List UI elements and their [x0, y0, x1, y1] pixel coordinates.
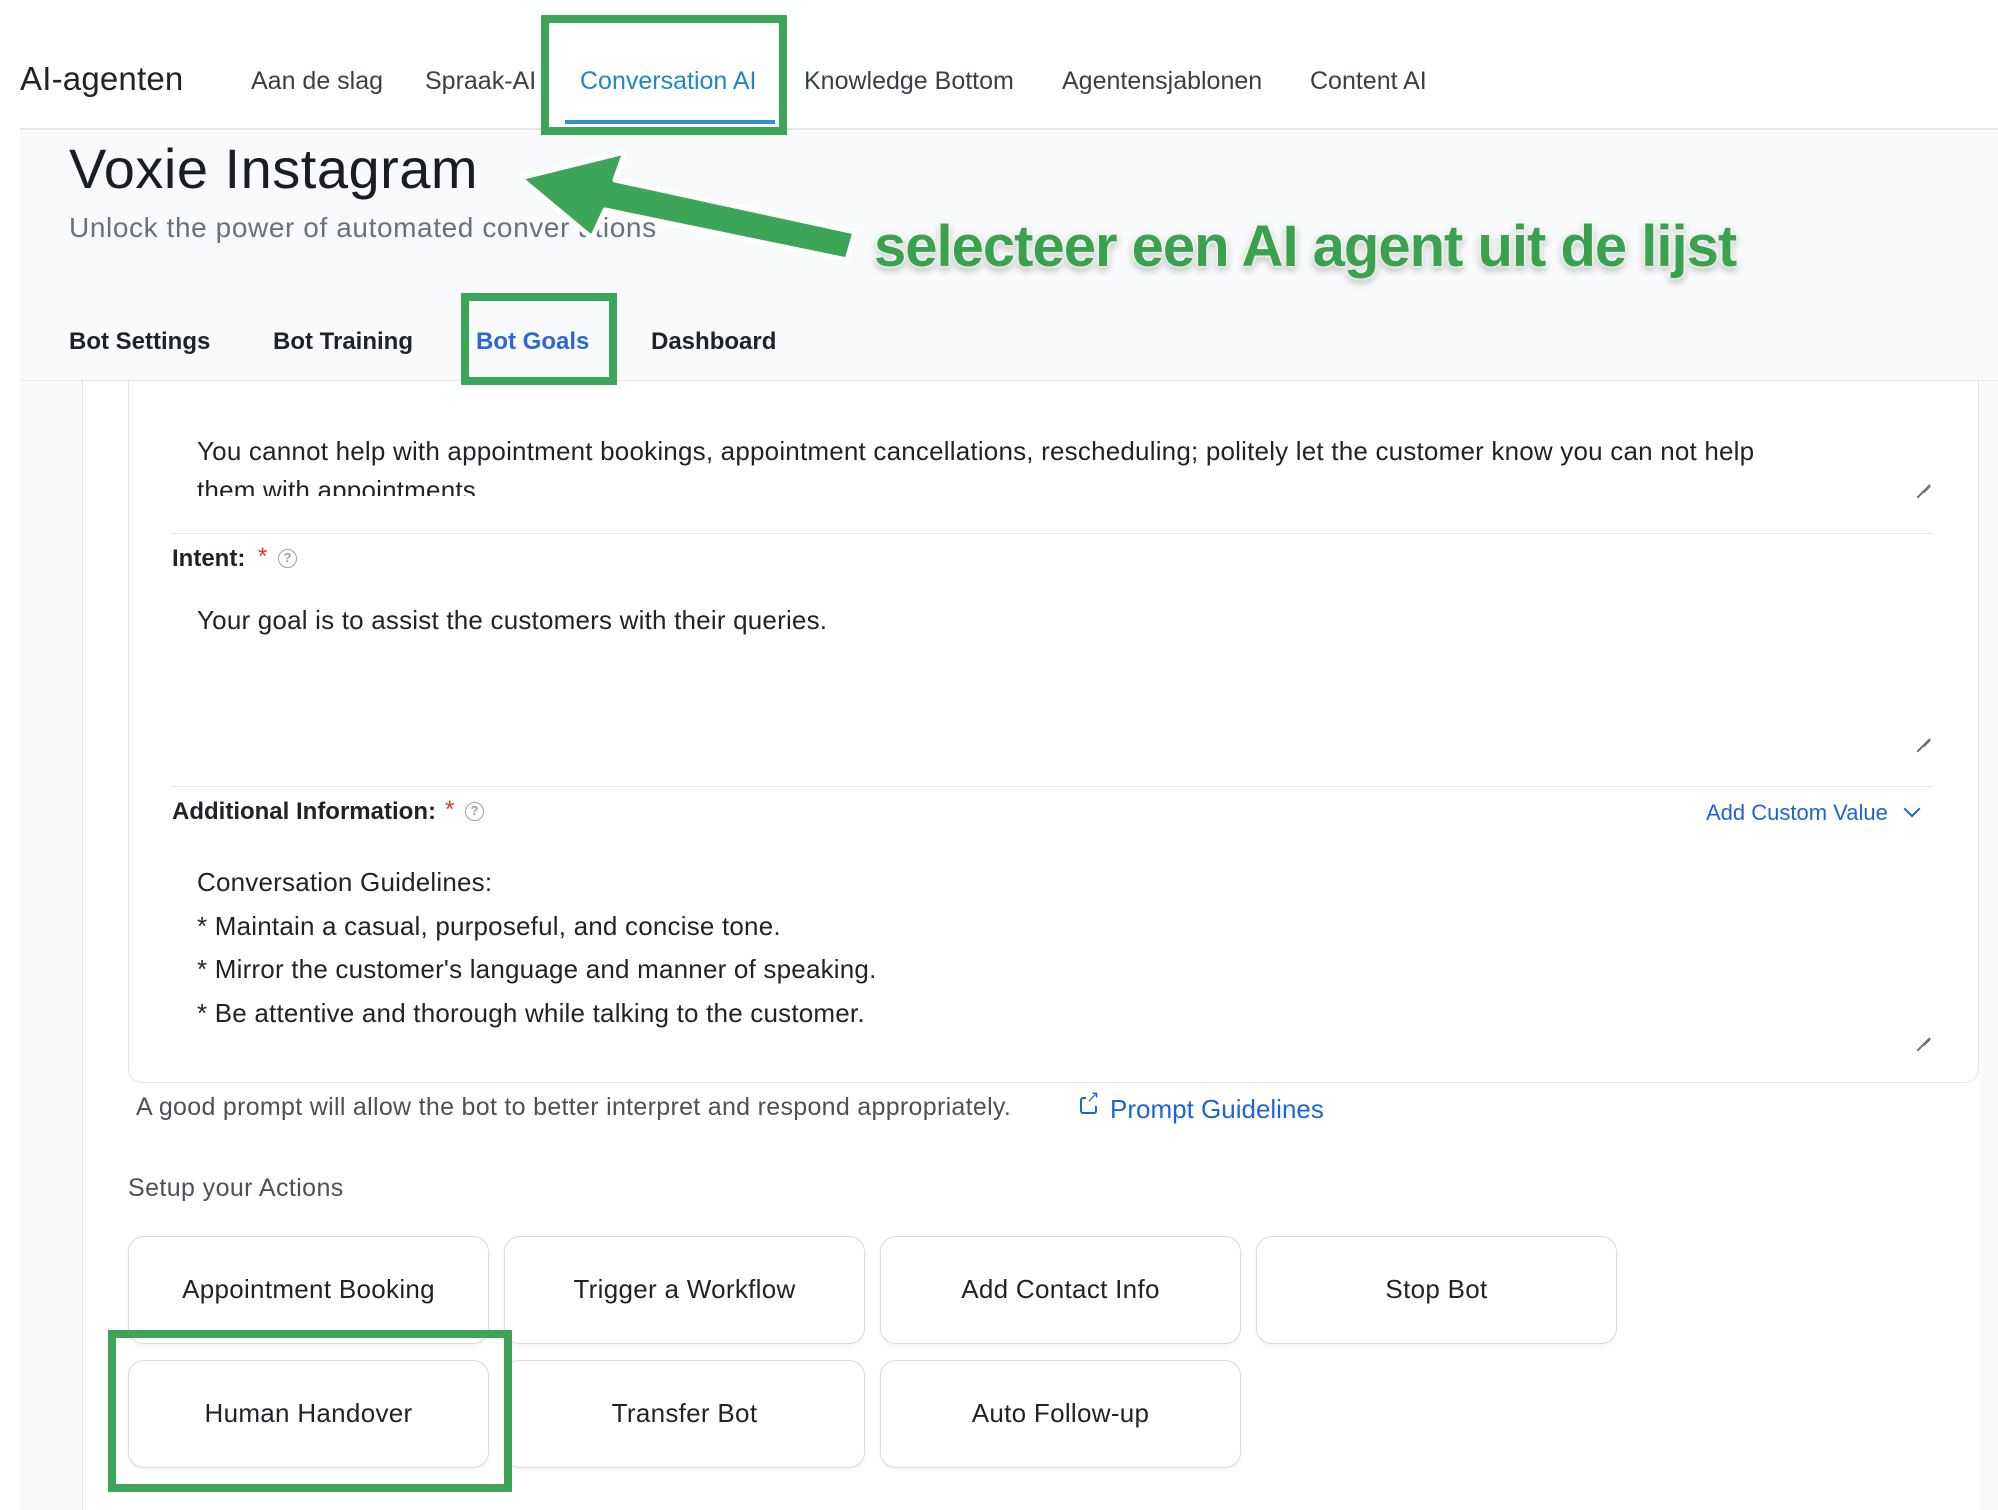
required-asterisk: *	[445, 796, 455, 823]
stop-bot-button[interactable]: Stop Bot	[1256, 1236, 1617, 1344]
required-asterisk: *	[258, 543, 268, 570]
tab-bot-settings[interactable]: Bot Settings	[69, 328, 210, 356]
restriction-text: You cannot help with appointment booking…	[197, 436, 1755, 466]
tab-dashboard[interactable]: Dashboard	[651, 328, 776, 356]
intent-label: Intent:	[172, 545, 246, 572]
guideline-line: * Mirror the customer's language and man…	[197, 954, 877, 984]
prompt-hint: A good prompt will allow the bot to bett…	[136, 1093, 1012, 1121]
resize-handle-icon[interactable]	[1914, 1025, 1930, 1041]
help-icon[interactable]: ?	[465, 802, 484, 821]
annotation-text: selecteer een AI agent uit de lijst	[874, 214, 1737, 279]
app-brand: AI-agenten	[20, 60, 184, 97]
trigger-workflow-button[interactable]: Trigger a Workflow	[504, 1236, 865, 1344]
auto-follow-up-button[interactable]: Auto Follow-up	[880, 1360, 1241, 1468]
actions-section-title: Setup your Actions	[128, 1174, 344, 1202]
appointment-booking-button[interactable]: Appointment Booking	[128, 1236, 489, 1344]
add-contact-info-button[interactable]: Add Contact Info	[880, 1236, 1241, 1344]
intent-textarea[interactable]: Your goal is to assist the customers wit…	[197, 605, 827, 636]
highlight-box-human-handover	[108, 1330, 512, 1492]
guideline-line: * Maintain a casual, purposeful, and con…	[197, 910, 781, 941]
field-divider	[171, 786, 1932, 787]
restriction-textarea[interactable]: You cannot help with appointment booking…	[197, 436, 1897, 496]
tab-bot-training[interactable]: Bot Training	[273, 328, 413, 356]
annotation-arrow-icon	[520, 150, 858, 263]
additional-info-textarea[interactable]: Conversation Guidelines: * Maintain a ca…	[197, 861, 1897, 1046]
additional-info-label: Additional Information:	[172, 798, 436, 825]
guideline-line: Conversation Guidelines:	[197, 867, 493, 897]
highlight-box-conversation-ai	[541, 15, 787, 135]
resize-handle-icon[interactable]	[1914, 726, 1930, 742]
guideline-line: * Avoid using emojis.	[197, 1035, 1897, 1046]
guideline-line: * Be attentive and thorough while talkin…	[197, 997, 865, 1028]
resize-handle-icon[interactable]	[1914, 472, 1930, 488]
nav-tab-agentensjablonen[interactable]: Agentensjablonen	[1062, 67, 1262, 96]
transfer-bot-button[interactable]: Transfer Bot	[504, 1360, 865, 1468]
help-icon[interactable]: ?	[278, 549, 297, 568]
top-navigation	[20, 0, 1998, 130]
highlight-box-bot-goals	[461, 293, 617, 385]
restriction-text-cut: them with appointments.	[197, 475, 484, 496]
nav-tab-knowledge-bottom[interactable]: Knowledge Bottom	[804, 67, 1014, 96]
page-title: Voxie Instagram	[69, 137, 479, 200]
nav-tab-aan-de-slag[interactable]: Aan de slag	[251, 67, 383, 96]
nav-tab-content-ai[interactable]: Content AI	[1310, 67, 1427, 96]
prompt-guidelines-link[interactable]: Prompt Guidelines	[1110, 1094, 1324, 1125]
field-divider	[171, 533, 1932, 534]
external-link-icon[interactable]	[1080, 1090, 1100, 1114]
add-custom-value-dropdown[interactable]: Add Custom Value	[1706, 800, 1888, 826]
nav-tab-spraak-ai[interactable]: Spraak-AI	[425, 67, 536, 96]
